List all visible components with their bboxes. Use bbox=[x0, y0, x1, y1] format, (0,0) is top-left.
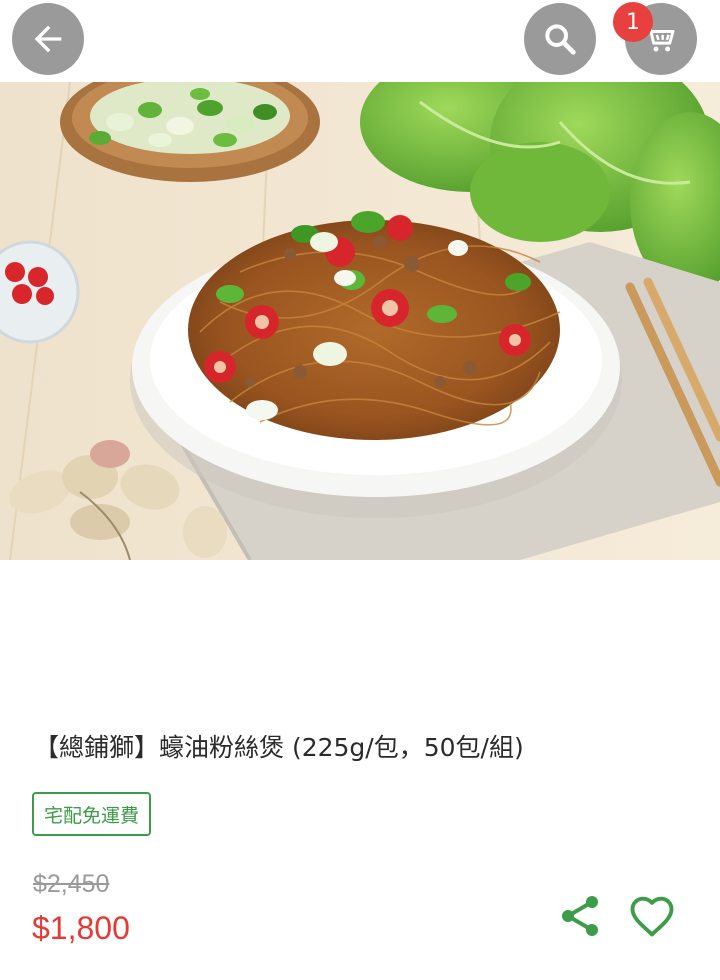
original-price: $2,450 bbox=[33, 870, 110, 898]
product-image[interactable] bbox=[0, 82, 720, 560]
product-title: 【總鋪獅】蠔油粉絲煲 (225g/包，50包/組) bbox=[34, 733, 524, 762]
shipping-tag: 宅配免運費 bbox=[32, 792, 152, 836]
top-bar: 1 bbox=[0, 0, 720, 82]
cart-count-badge: 1 bbox=[613, 2, 653, 42]
search-button[interactable] bbox=[524, 3, 596, 75]
favorite-button[interactable] bbox=[626, 890, 678, 942]
share-button[interactable] bbox=[556, 892, 604, 940]
product-page: 1 【總鋪獅】蠔油粉絲煲 (225g/包，50包/組) 宅配免運費 $2,450… bbox=[0, 0, 720, 980]
back-button[interactable] bbox=[12, 3, 84, 75]
heart-outline-icon bbox=[630, 896, 674, 937]
share-icon bbox=[562, 896, 598, 936]
arrow-left-icon bbox=[34, 25, 62, 53]
search-icon bbox=[545, 24, 576, 55]
sale-price: $1,800 bbox=[32, 910, 130, 946]
